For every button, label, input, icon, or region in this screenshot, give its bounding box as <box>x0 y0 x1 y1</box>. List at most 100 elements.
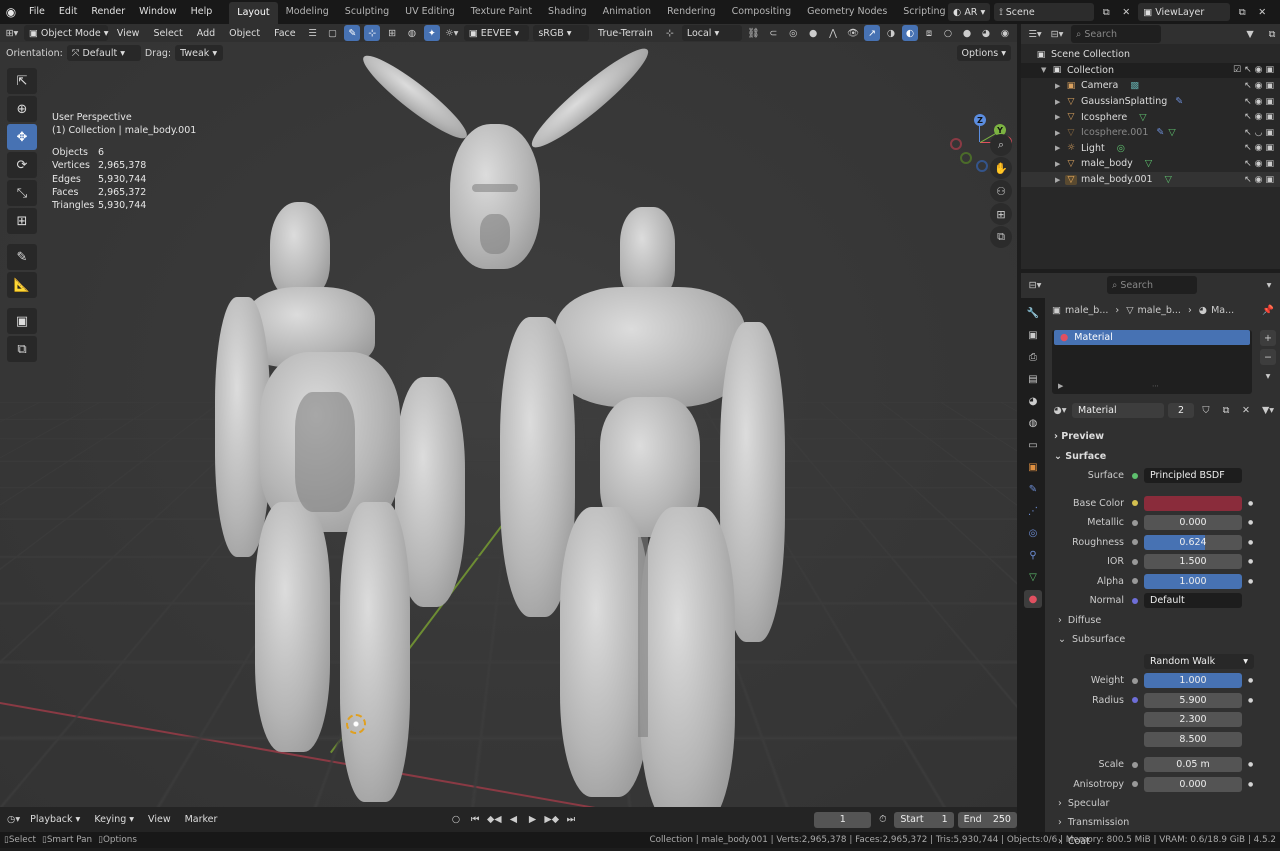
gizmo-toggle-icon[interactable]: ↗ <box>864 25 880 41</box>
material-slot-item[interactable]: ● Material <box>1054 330 1250 345</box>
overlay-icon[interactable]: ◑ <box>883 25 899 41</box>
expand-icon[interactable]: ▶ <box>1055 82 1065 90</box>
pin-icon[interactable]: ✦ <box>423 25 440 41</box>
expand-icon[interactable]: ▶ <box>1055 176 1065 184</box>
eye-hidden-icon[interactable]: ◡ <box>1255 128 1263 138</box>
tab-sculpting[interactable]: Sculpting <box>337 2 397 22</box>
pan-hand-icon[interactable]: ✋ <box>990 157 1012 179</box>
expand-icon[interactable]: ▶ <box>1055 144 1065 152</box>
gizmo-neg-y-icon[interactable] <box>960 152 972 164</box>
eye-icon[interactable]: ◉ <box>1255 112 1263 122</box>
object-tab-icon[interactable]: ▣ <box>1024 458 1042 476</box>
play-icon[interactable]: ▶ <box>525 812 540 828</box>
dot-icon[interactable]: ● <box>805 25 821 41</box>
tab-animation[interactable]: Animation <box>595 2 659 22</box>
filter-icon[interactable]: ▼ <box>1242 26 1258 42</box>
wrench-icon[interactable]: ✎ <box>344 25 361 41</box>
eye-icon[interactable]: ◉ <box>1255 175 1263 185</box>
move-tool-icon[interactable]: ✥ <box>7 124 37 150</box>
select-arrow-icon[interactable]: ↖ <box>1244 128 1252 138</box>
tab-geometry-nodes[interactable]: Geometry Nodes <box>799 2 895 22</box>
shading-render-icon[interactable]: ◉ <box>997 25 1013 41</box>
measure-tool-icon[interactable]: 📐 <box>7 272 37 298</box>
keyframe-dot-icon[interactable]: ● <box>1248 781 1253 788</box>
ar-selector[interactable]: ◐ AR ▾ <box>948 3 991 21</box>
pin-icon[interactable]: 📌 <box>1262 305 1280 316</box>
tool-tab-icon[interactable]: 🔧 <box>1024 304 1042 322</box>
menu-edit[interactable]: Edit <box>52 0 84 24</box>
outliner-item-gaussiansplatting[interactable]: ▶ ▽ GaussianSplatting ✎ ↖ ◉ ▣ <box>1021 94 1280 110</box>
tab-shading[interactable]: Shading <box>540 2 595 22</box>
face-menu[interactable]: Face <box>269 25 300 41</box>
normal-field[interactable]: Default <box>1144 593 1242 609</box>
3d-cursor-icon[interactable] <box>346 714 366 734</box>
properties-editor-icon[interactable]: ⊟▾ <box>1027 277 1043 293</box>
outliner-item-male-body-001[interactable]: ▶ ▽ male_body.001 ▽ ↖ ◉ ▣ <box>1021 171 1280 188</box>
outliner-item-icosphere-001[interactable]: ▶ ▽ Icosphere.001 ✎ ▽ ↖ ◡ ▣ <box>1021 125 1280 141</box>
transform-tool-icon[interactable]: ⊞ <box>7 208 37 234</box>
viewlayer-field[interactable]: ▣ ViewLayer <box>1138 3 1231 21</box>
fake-user-icon[interactable]: ⛉ <box>1198 402 1214 418</box>
camera-render-icon[interactable]: ▣ <box>1265 97 1274 107</box>
modifier-tab-icon[interactable]: ✎ <box>1024 480 1042 498</box>
new-viewlayer-icon[interactable]: ⧉ <box>1234 4 1250 20</box>
shading-wire-icon[interactable]: ○ <box>940 25 956 41</box>
outliner-item-male-body[interactable]: ▶ ▽ male_body ▽ ↖ ◉ ▣ <box>1021 156 1280 172</box>
visibility-icon[interactable]: 👁 <box>845 25 861 41</box>
keying-menu[interactable]: Keying ▾ <box>89 812 139 828</box>
timeline-editor-icon[interactable]: ◷▾ <box>6 812 21 828</box>
tab-compositing[interactable]: Compositing <box>724 2 800 22</box>
magnet-icon[interactable]: ⊂ <box>765 25 781 41</box>
specular-subpanel[interactable]: › Specular <box>1046 794 1280 813</box>
jump-start-icon[interactable]: ⏮ <box>468 812 483 828</box>
outliner-editor-icon[interactable]: ☰▾ <box>1027 26 1043 42</box>
annotate-tool-icon[interactable]: ✎ <box>7 244 37 270</box>
playback-menu[interactable]: Playback ▾ <box>25 812 85 828</box>
colorspace-dropdown[interactable]: sRGB ▾ <box>533 25 590 41</box>
options-button[interactable]: Options ▾ <box>956 45 1011 61</box>
base-color-swatch[interactable] <box>1144 495 1242 511</box>
display-mode-icon[interactable]: ⊟▾ <box>1049 26 1065 42</box>
keyframe-dot-icon[interactable]: ● <box>1248 500 1253 507</box>
checkbox-icon[interactable]: ☑ <box>1233 65 1241 75</box>
keyframe-dot-icon[interactable]: ● <box>1248 519 1253 526</box>
proportional-icon[interactable]: ◎ <box>785 25 801 41</box>
expand-icon[interactable]: ▼ <box>1041 66 1051 74</box>
keyframe-dot-icon[interactable]: ● <box>1248 697 1253 704</box>
camera-render-icon[interactable]: ▣ <box>1265 175 1274 185</box>
next-key-icon[interactable]: ▶◆ <box>544 812 559 828</box>
camera-render-icon[interactable]: ▣ <box>1265 159 1274 169</box>
xray-icon[interactable]: ⧈ <box>921 25 937 41</box>
data-tab-icon[interactable]: ▽ <box>1024 568 1042 586</box>
tab-texture-paint[interactable]: Texture Paint <box>463 2 540 22</box>
falloff-icon[interactable]: ⋀ <box>825 25 841 41</box>
camera-render-icon[interactable]: ▣ <box>1265 112 1274 122</box>
mode-dropdown[interactable]: ▣ Object Mode ▾ <box>23 25 109 41</box>
hamburger-icon[interactable]: ☰ <box>305 25 321 41</box>
new-collection-icon[interactable]: ⧉ <box>1264 26 1280 42</box>
new-scene-icon[interactable]: ⧉ <box>1098 4 1114 20</box>
snap-icon[interactable]: ⊹ <box>364 25 381 41</box>
tab-modeling[interactable]: Modeling <box>278 2 337 22</box>
scene-tab-icon[interactable]: ◕ <box>1024 392 1042 410</box>
menu-help[interactable]: Help <box>184 0 220 24</box>
extra-tool-icon[interactable]: ⧉ <box>7 336 37 362</box>
constraints-tab-icon[interactable]: ⚲ <box>1024 546 1042 564</box>
expand-icon[interactable]: ▶ <box>1055 160 1065 168</box>
menu-file[interactable]: File <box>22 0 52 24</box>
duplicate-material-icon[interactable]: ⧉ <box>1218 402 1234 418</box>
surface-section[interactable]: ⌄ Surface <box>1046 446 1280 466</box>
collection-tab-icon[interactable]: ▭ <box>1024 436 1042 454</box>
menu-window[interactable]: Window <box>132 0 183 24</box>
current-frame-field[interactable]: 1 <box>814 811 872 828</box>
ortho-grid-icon[interactable]: ⊞ <box>990 203 1012 225</box>
add-cube-tool-icon[interactable]: ▣ <box>7 308 37 334</box>
outliner-search-input[interactable]: ⌕ Search <box>1071 25 1161 43</box>
scale-tool-icon[interactable]: ⤡ <box>7 180 37 206</box>
play-reverse-icon[interactable]: ◀ <box>506 812 521 828</box>
keyframe-dot-icon[interactable]: ● <box>1248 558 1253 565</box>
gizmo-z-icon[interactable]: Z <box>974 114 986 126</box>
anisotropy-field[interactable]: 0.000 <box>1144 776 1242 792</box>
expand-icon[interactable]: ▶ <box>1055 98 1065 106</box>
scene-field[interactable]: ⟟ Scene <box>994 3 1095 21</box>
